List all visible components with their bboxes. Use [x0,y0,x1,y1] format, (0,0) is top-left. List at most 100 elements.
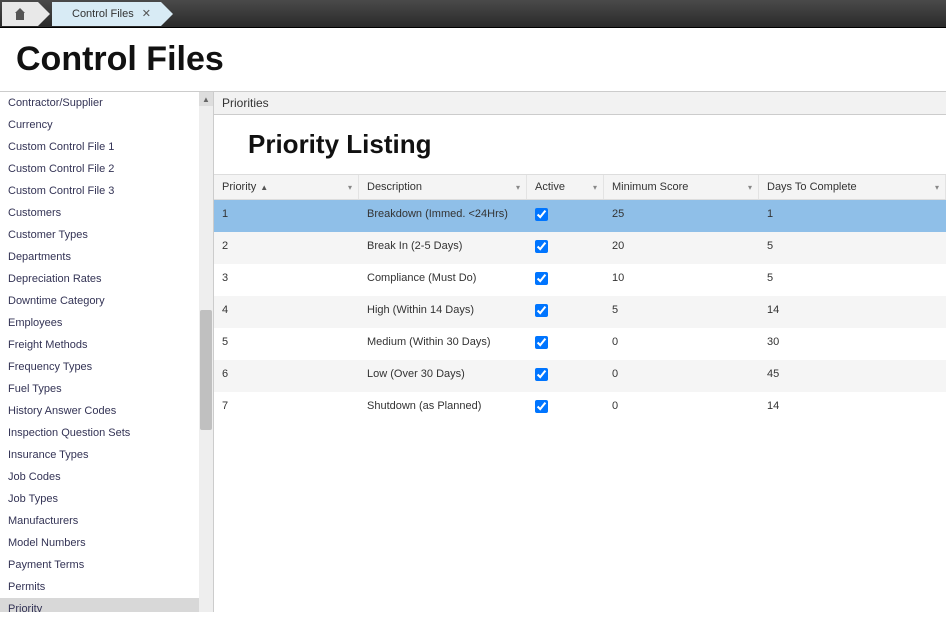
days-cell: 30 [759,328,946,360]
scroll-up-icon[interactable]: ▲ [199,92,213,106]
active-cell [527,264,604,296]
column-header[interactable]: Active▾ [527,175,604,199]
column-label: Minimum Score [612,181,688,193]
column-label: Priority [222,181,256,193]
sidebar-item[interactable]: Departments [0,246,213,268]
priority-cell: 4 [214,296,359,328]
active-checkbox[interactable] [535,208,548,221]
priority-cell: 5 [214,328,359,360]
priority-cell: 7 [214,392,359,424]
days-cell: 45 [759,360,946,392]
tab-label: Control Files [72,8,134,20]
days-cell: 5 [759,232,946,264]
description-cell: Breakdown (Immed. <24Hrs) [359,200,527,232]
active-checkbox[interactable] [535,336,548,349]
sidebar-item[interactable]: Freight Methods [0,334,213,356]
column-label: Days To Complete [767,181,857,193]
active-cell [527,392,604,424]
sidebar-item[interactable]: Insurance Types [0,444,213,466]
min-score-cell: 0 [604,392,759,424]
sidebar-item[interactable]: Contractor/Supplier [0,92,213,114]
description-cell: Compliance (Must Do) [359,264,527,296]
sidebar-item[interactable]: Depreciation Rates [0,268,213,290]
sidebar-item[interactable]: Job Codes [0,466,213,488]
sidebar-item[interactable]: Custom Control File 2 [0,158,213,180]
close-icon[interactable]: ✕ [142,7,151,20]
table-row[interactable]: 4High (Within 14 Days)514 [214,296,946,328]
sidebar-item[interactable]: Manufacturers [0,510,213,532]
grid-body: 1Breakdown (Immed. <24Hrs)2512Break In (… [214,200,946,424]
description-cell: Medium (Within 30 Days) [359,328,527,360]
column-label: Description [367,181,422,193]
panel-header: Priorities [214,92,946,115]
sidebar-item[interactable]: Frequency Types [0,356,213,378]
chevron-down-icon[interactable]: ▾ [593,183,597,192]
table-row[interactable]: 2Break In (2-5 Days)205 [214,232,946,264]
sidebar-item[interactable]: Payment Terms [0,554,213,576]
sidebar-item[interactable]: Model Numbers [0,532,213,554]
description-cell: Low (Over 30 Days) [359,360,527,392]
active-cell [527,296,604,328]
sidebar-item[interactable]: Customer Types [0,224,213,246]
days-cell: 5 [759,264,946,296]
column-header[interactable]: Days To Complete ▾ [759,175,946,199]
main-panel: Priorities Priority Listing Priority▲▾De… [214,92,946,612]
sidebar-item[interactable]: Custom Control File 3 [0,180,213,202]
tab-home[interactable] [2,2,38,26]
sidebar-item[interactable]: Downtime Category [0,290,213,312]
min-score-cell: 25 [604,200,759,232]
sidebar-item[interactable]: Customers [0,202,213,224]
column-header[interactable]: Description ▾ [359,175,527,199]
priority-cell: 6 [214,360,359,392]
description-cell: Break In (2-5 Days) [359,232,527,264]
sidebar-item[interactable]: Fuel Types [0,378,213,400]
min-score-cell: 5 [604,296,759,328]
days-cell: 14 [759,296,946,328]
sidebar-item[interactable]: Inspection Question Sets [0,422,213,444]
table-row[interactable]: 7Shutdown (as Planned)014 [214,392,946,424]
active-checkbox[interactable] [535,400,548,413]
page-title: Control Files [0,28,946,91]
priority-grid: Priority▲▾Description▾Active▾Minimum Sco… [214,174,946,424]
column-header[interactable]: Priority ▲ ▾ [214,175,359,199]
min-score-cell: 20 [604,232,759,264]
active-cell [527,200,604,232]
active-checkbox[interactable] [535,304,548,317]
scroll-thumb[interactable] [200,310,212,430]
column-header[interactable]: Minimum Score ▾ [604,175,759,199]
active-cell [527,328,604,360]
grid-header: Priority▲▾Description▾Active▾Minimum Sco… [214,174,946,200]
tab-control-files[interactable]: Control Files ✕ [52,2,161,26]
active-checkbox[interactable] [535,240,548,253]
sidebar-item[interactable]: Priority [0,598,213,612]
table-row[interactable]: 5Medium (Within 30 Days) 030 [214,328,946,360]
sidebar-item[interactable]: Job Types [0,488,213,510]
sidebar-item[interactable]: Permits [0,576,213,598]
layout: Contractor/SupplierCurrencyCustom Contro… [0,91,946,612]
sidebar-item[interactable]: History Answer Codes [0,400,213,422]
chevron-down-icon[interactable]: ▾ [516,183,520,192]
table-row[interactable]: 6Low (Over 30 Days) 045 [214,360,946,392]
sidebar-item[interactable]: Custom Control File 1 [0,136,213,158]
sort-asc-icon: ▲ [260,183,268,192]
table-row[interactable]: 1Breakdown (Immed. <24Hrs)251 [214,200,946,232]
sidebar-item[interactable]: Employees [0,312,213,334]
home-icon [13,8,27,20]
min-score-cell: 10 [604,264,759,296]
min-score-cell: 0 [604,328,759,360]
chevron-down-icon[interactable]: ▾ [348,183,352,192]
active-cell [527,232,604,264]
sidebar-item[interactable]: Currency [0,114,213,136]
sidebar: Contractor/SupplierCurrencyCustom Contro… [0,92,214,612]
active-checkbox[interactable] [535,272,548,285]
min-score-cell: 0 [604,360,759,392]
priority-cell: 3 [214,264,359,296]
priority-cell: 1 [214,200,359,232]
chevron-down-icon[interactable]: ▾ [748,183,752,192]
chevron-down-icon[interactable]: ▾ [935,183,939,192]
active-checkbox[interactable] [535,368,548,381]
days-cell: 1 [759,200,946,232]
days-cell: 14 [759,392,946,424]
scrollbar[interactable]: ▲ [199,92,213,612]
table-row[interactable]: 3Compliance (Must Do) 105 [214,264,946,296]
